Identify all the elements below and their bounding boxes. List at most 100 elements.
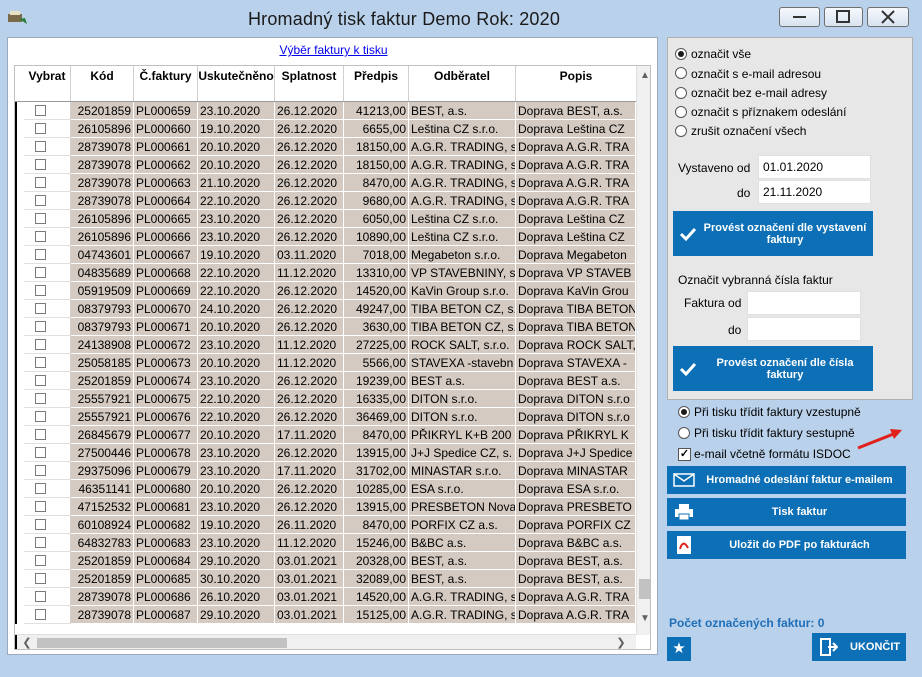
table-row[interactable]: 25201859 PL000684 29.10.2020 03.01.2021 2032… [15,552,636,570]
row-indicator[interactable] [15,426,24,444]
cell-vybrat[interactable] [24,444,71,462]
table-row[interactable]: 28739078 PL000664 22.10.2020 26.12.2020 9680… [15,192,636,210]
issued-from-input[interactable]: 01.01.2020 [758,155,871,179]
cell-vybrat[interactable] [24,210,71,228]
cell-vybrat[interactable] [24,552,71,570]
select-invoice-link[interactable]: Výběr faktury k tisku [8,43,659,57]
cell-vybrat[interactable] [24,246,71,264]
table-row[interactable]: 28739078 PL000663 21.10.2020 26.12.2020 8470… [15,174,636,192]
minimize-button[interactable] [779,7,820,27]
table-row[interactable]: 28739078 PL000661 20.10.2020 26.12.2020 1815… [15,138,636,156]
table-row[interactable]: 25058185 PL000673 20.10.2020 11.12.2020 5566… [15,354,636,372]
header-kod[interactable]: Kód [71,66,134,101]
cell-vybrat[interactable] [24,480,71,498]
vertical-scrollbar[interactable]: ▲ ▼ [636,66,650,635]
row-indicator[interactable] [15,120,24,138]
row-indicator[interactable] [15,318,24,336]
radio-select-sent-flag[interactable] [675,106,687,118]
table-row[interactable]: 04743601 PL000667 19.10.2020 03.11.2020 7018… [15,246,636,264]
row-select-checkbox[interactable] [35,537,46,548]
row-indicator[interactable] [15,300,24,318]
row-indicator[interactable] [15,102,24,120]
row-indicator[interactable] [15,516,24,534]
mark-by-issue-date-button[interactable]: Provést označení dle vystavení faktury [673,211,873,256]
cell-vybrat[interactable] [24,300,71,318]
row-select-checkbox[interactable] [35,393,46,404]
print-invoices-button[interactable]: Tisk faktur [667,498,906,526]
header-vybrat[interactable]: Vybrat [24,66,71,101]
row-indicator[interactable] [15,552,24,570]
row-indicator[interactable] [15,138,24,156]
table-row[interactable]: 29375096 PL000679 23.10.2020 17.11.2020 3170… [15,462,636,480]
maximize-button[interactable] [824,7,863,27]
row-select-checkbox[interactable] [35,303,46,314]
row-select-checkbox[interactable] [35,447,46,458]
table-row[interactable]: 25201859 PL000685 30.10.2020 03.01.2021 3208… [15,570,636,588]
cell-vybrat[interactable] [24,516,71,534]
radio-select-without-email[interactable] [675,87,687,99]
row-indicator[interactable] [15,408,24,426]
cell-vybrat[interactable] [24,264,71,282]
cell-vybrat[interactable] [24,102,71,120]
scroll-left-icon[interactable]: ❮ [19,635,35,649]
row-indicator[interactable] [15,444,24,462]
table-row[interactable]: 26105896 PL000660 19.10.2020 26.12.2020 6655… [15,120,636,138]
sort-ascending-label[interactable]: Při tisku třídit faktury vzestupně [694,405,861,419]
row-select-checkbox[interactable] [35,465,46,476]
scroll-right-icon[interactable]: ❯ [613,635,629,649]
header-popis[interactable]: Popis [516,66,636,101]
invoice-from-input[interactable] [747,291,861,315]
row-indicator[interactable] [15,336,24,354]
row-select-checkbox[interactable] [35,231,46,242]
table-row[interactable]: 27500446 PL000678 23.10.2020 26.12.2020 1391… [15,444,636,462]
table-row[interactable]: 47152532 PL000681 23.10.2020 26.12.2020 1391… [15,498,636,516]
table-row[interactable]: 08379793 PL000671 20.10.2020 26.12.2020 3630… [15,318,636,336]
row-indicator[interactable] [15,390,24,408]
row-indicator[interactable] [15,192,24,210]
radio-label-without-email[interactable]: označit bez e-mail adresy [691,86,827,100]
row-select-checkbox[interactable] [35,159,46,170]
mass-email-button[interactable]: Hromadné odeslání faktur e-mailem [667,466,906,494]
table-row[interactable]: 24138908 PL000672 23.10.2020 11.12.2020 2722… [15,336,636,354]
cell-vybrat[interactable] [24,228,71,246]
table-row[interactable]: 25557921 PL000675 22.10.2020 26.12.2020 1633… [15,390,636,408]
row-indicator[interactable] [15,570,24,588]
close-button[interactable] [867,7,909,27]
header-odberatel[interactable]: Odběratel [409,66,516,101]
row-indicator[interactable] [15,462,24,480]
row-select-checkbox[interactable] [35,267,46,278]
table-row[interactable]: 26105896 PL000665 23.10.2020 26.12.2020 6050… [15,210,636,228]
row-select-checkbox[interactable] [35,429,46,440]
cell-vybrat[interactable] [24,318,71,336]
radio-label-select-all[interactable]: označit vše [691,47,751,61]
cell-vybrat[interactable] [24,570,71,588]
mark-by-number-button[interactable]: Provést označení dle čísla faktury [673,346,873,391]
row-select-checkbox[interactable] [35,375,46,386]
row-select-checkbox[interactable] [35,321,46,332]
isdoc-checkbox[interactable]: ✓ [678,448,691,461]
cell-vybrat[interactable] [24,426,71,444]
row-select-checkbox[interactable] [35,411,46,422]
row-indicator[interactable] [15,372,24,390]
row-indicator[interactable] [15,498,24,516]
table-row[interactable]: 64832783 PL000683 23.10.2020 11.12.2020 1524… [15,534,636,552]
row-select-checkbox[interactable] [35,285,46,296]
table-row[interactable]: 26105896 PL000666 23.10.2020 26.12.2020 1089… [15,228,636,246]
cell-vybrat[interactable] [24,354,71,372]
row-indicator[interactable] [15,534,24,552]
scroll-up-icon[interactable]: ▲ [637,68,650,84]
row-indicator[interactable] [15,264,24,282]
table-row[interactable]: 28739078 PL000686 26.10.2020 03.01.2021 1452… [15,588,636,606]
row-indicator[interactable] [15,228,24,246]
table-row[interactable]: 08379793 PL000670 24.10.2020 26.12.2020 4924… [15,300,636,318]
table-row[interactable]: 25201859 PL000674 23.10.2020 26.12.2020 1923… [15,372,636,390]
cell-vybrat[interactable] [24,174,71,192]
cell-vybrat[interactable] [24,408,71,426]
row-indicator[interactable] [15,354,24,372]
table-row[interactable]: 26845679 PL000677 20.10.2020 17.11.2020 8470… [15,426,636,444]
cell-vybrat[interactable] [24,156,71,174]
table-row[interactable]: 28739078 PL000662 20.10.2020 26.12.2020 1815… [15,156,636,174]
header-predpis[interactable]: Předpis [344,66,409,101]
row-select-checkbox[interactable] [35,357,46,368]
row-select-checkbox[interactable] [35,213,46,224]
